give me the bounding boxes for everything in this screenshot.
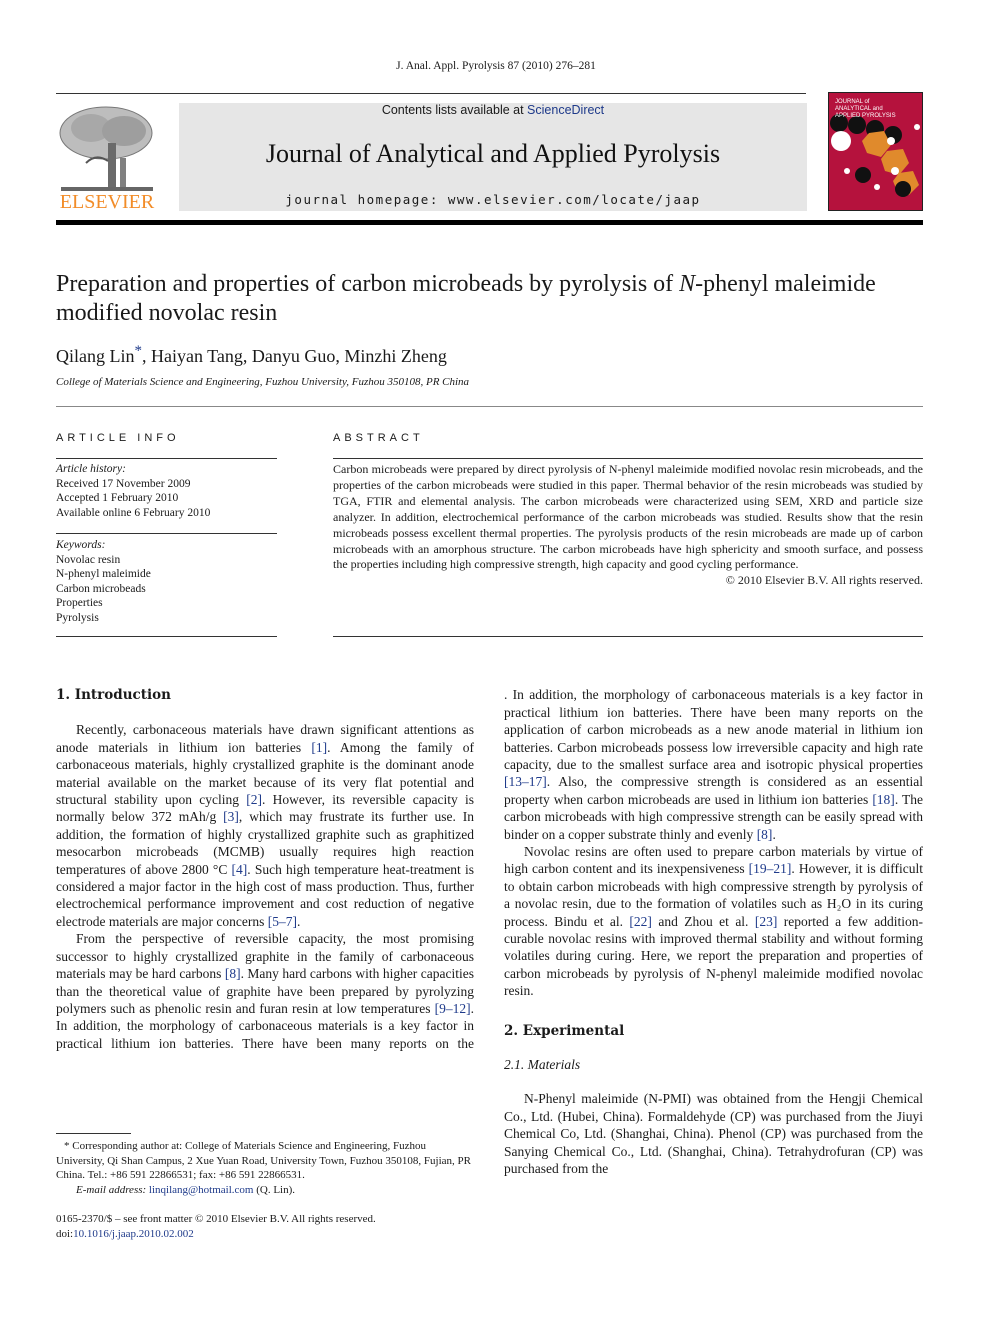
reference-link[interactable]: [2] (246, 792, 262, 807)
reference-link[interactable]: [3] (223, 809, 239, 824)
intro-paragraph-2-continued: . In addition, the morphology of carbona… (504, 687, 923, 842)
intro-paragraph-2: From the perspective of reversible capac… (56, 931, 474, 1051)
cover-title-line: JOURNAL of (835, 99, 870, 105)
footnote-rule (56, 1133, 131, 1134)
abstract-body: Carbon microbeads were prepared by direc… (333, 462, 923, 589)
footnote-corresponding-author: * Corresponding author at: College of Ma… (56, 1139, 474, 1197)
section-heading-introduction: 1. Introduction (56, 687, 171, 703)
cover-art-icon: JOURNAL of ANALYTICAL and APPLIED PYROLY… (829, 93, 922, 210)
section-heading-experimental: 2. Experimental (504, 1022, 625, 1039)
footnote-email: E-mail address: linqilang@hotmail.com (Q… (76, 1183, 296, 1196)
left-column: 1. Introduction Recently, carbonaceous m… (56, 687, 474, 1051)
history-accepted: Accepted 1 February 2010 (56, 492, 179, 504)
email-link[interactable]: linqilang@hotmail.com (149, 1184, 254, 1196)
history-label: Article history: (56, 463, 126, 475)
keywords-label: Keywords: (56, 539, 106, 551)
journal-title: Journal of Analytical and Applied Pyroly… (265, 139, 721, 168)
section-divider (56, 406, 923, 407)
doi-link[interactable]: 10.1016/j.jaap.2010.02.002 (73, 1228, 194, 1240)
reference-link[interactable]: [4] (232, 862, 248, 877)
reference-link[interactable]: [8] (225, 966, 241, 981)
subsection-heading-materials: 2.1. Materials (504, 1057, 581, 1073)
keyword: N-phenyl maleimide (56, 568, 151, 580)
corresponding-author-link[interactable]: * (135, 343, 143, 359)
keyword: Carbon microbeads (56, 582, 146, 595)
author-name: Qilang Lin (56, 346, 135, 366)
intro-paragraph-1: Recently, carbonaceous materials have dr… (56, 722, 475, 929)
reference-link[interactable]: [8] (757, 827, 773, 842)
affiliation: College of Materials Science and Enginee… (56, 376, 470, 388)
article-info-heading: ARTICLE INFO (56, 432, 180, 444)
journal-homepage-link[interactable]: journal homepage: www.elsevier.com/locat… (179, 192, 807, 207)
header-thick-rule (56, 220, 923, 225)
reference-link[interactable]: [22] (629, 914, 652, 929)
abstract-rule (333, 458, 923, 459)
keyword: Novolac resin (56, 553, 121, 566)
keyword: Properties (56, 597, 103, 609)
intro-paragraph-3: Novolac resins are often used to prepare… (504, 844, 924, 999)
article-info-rule (56, 533, 277, 534)
article-history: Article history: Received 17 November 20… (56, 462, 277, 520)
contents-line: Contents lists available at ScienceDirec… (381, 103, 605, 117)
article-title: Preparation and properties of carbon mic… (56, 271, 876, 326)
journal-citation: J. Anal. Appl. Pyrolysis 87 (2010) 276–2… (396, 60, 596, 72)
history-received: Received 17 November 2009 (56, 477, 191, 490)
keyword: Pyrolysis (56, 611, 99, 624)
reference-link[interactable]: [9–12] (435, 1001, 471, 1016)
article-info-rule (56, 636, 277, 637)
journal-cover-thumbnail[interactable]: JOURNAL of ANALYTICAL and APPLIED PYROLY… (828, 92, 923, 211)
reference-link[interactable]: [5–7] (268, 914, 297, 929)
article-info-rule (56, 458, 277, 459)
abstract-copyright: © 2010 Elsevier B.V. All rights reserved… (725, 573, 923, 588)
issn-line: 0165-2370/$ – see front matter © 2010 El… (56, 1213, 376, 1225)
sciencedirect-link[interactable]: ScienceDirect (527, 103, 604, 117)
cover-title-line: ANALYTICAL and (835, 106, 883, 112)
abstract-heading: ABSTRACT (333, 432, 424, 444)
abstract-text: Carbon microbeads were prepared by direc… (333, 462, 923, 572)
header-rule (56, 93, 806, 94)
front-matter: 0165-2370/$ – see front matter © 2010 El… (56, 1212, 486, 1241)
materials-paragraph: N-Phenyl maleimide (N-PMI) was obtained … (504, 1091, 923, 1177)
abstract-rule (333, 636, 923, 637)
elsevier-logo[interactable]: ELSEVIER (56, 103, 158, 213)
elsevier-wordmark: ELSEVIER (59, 191, 155, 213)
history-online: Available online 6 February 2010 (56, 506, 211, 519)
cover-title-line: APPLIED PYROLYSIS (835, 113, 896, 119)
doi-line: doi:10.1016/j.jaap.2010.02.002 (56, 1227, 194, 1240)
journal-banner: Contents lists available at ScienceDirec… (179, 103, 807, 211)
keywords: Keywords: Novolac resin N-phenyl maleimi… (56, 538, 277, 625)
author-list: Qilang Lin*, Haiyan Tang, Danyu Guo, Min… (56, 343, 447, 366)
reference-link[interactable]: [13–17] (504, 774, 547, 789)
reference-link[interactable]: [19–21] (749, 861, 792, 876)
reference-link[interactable]: [18] (872, 792, 895, 807)
reference-link[interactable]: [23] (755, 914, 778, 929)
reference-link[interactable]: [1] (311, 740, 327, 755)
right-column: . In addition, the morphology of carbona… (504, 687, 923, 1178)
